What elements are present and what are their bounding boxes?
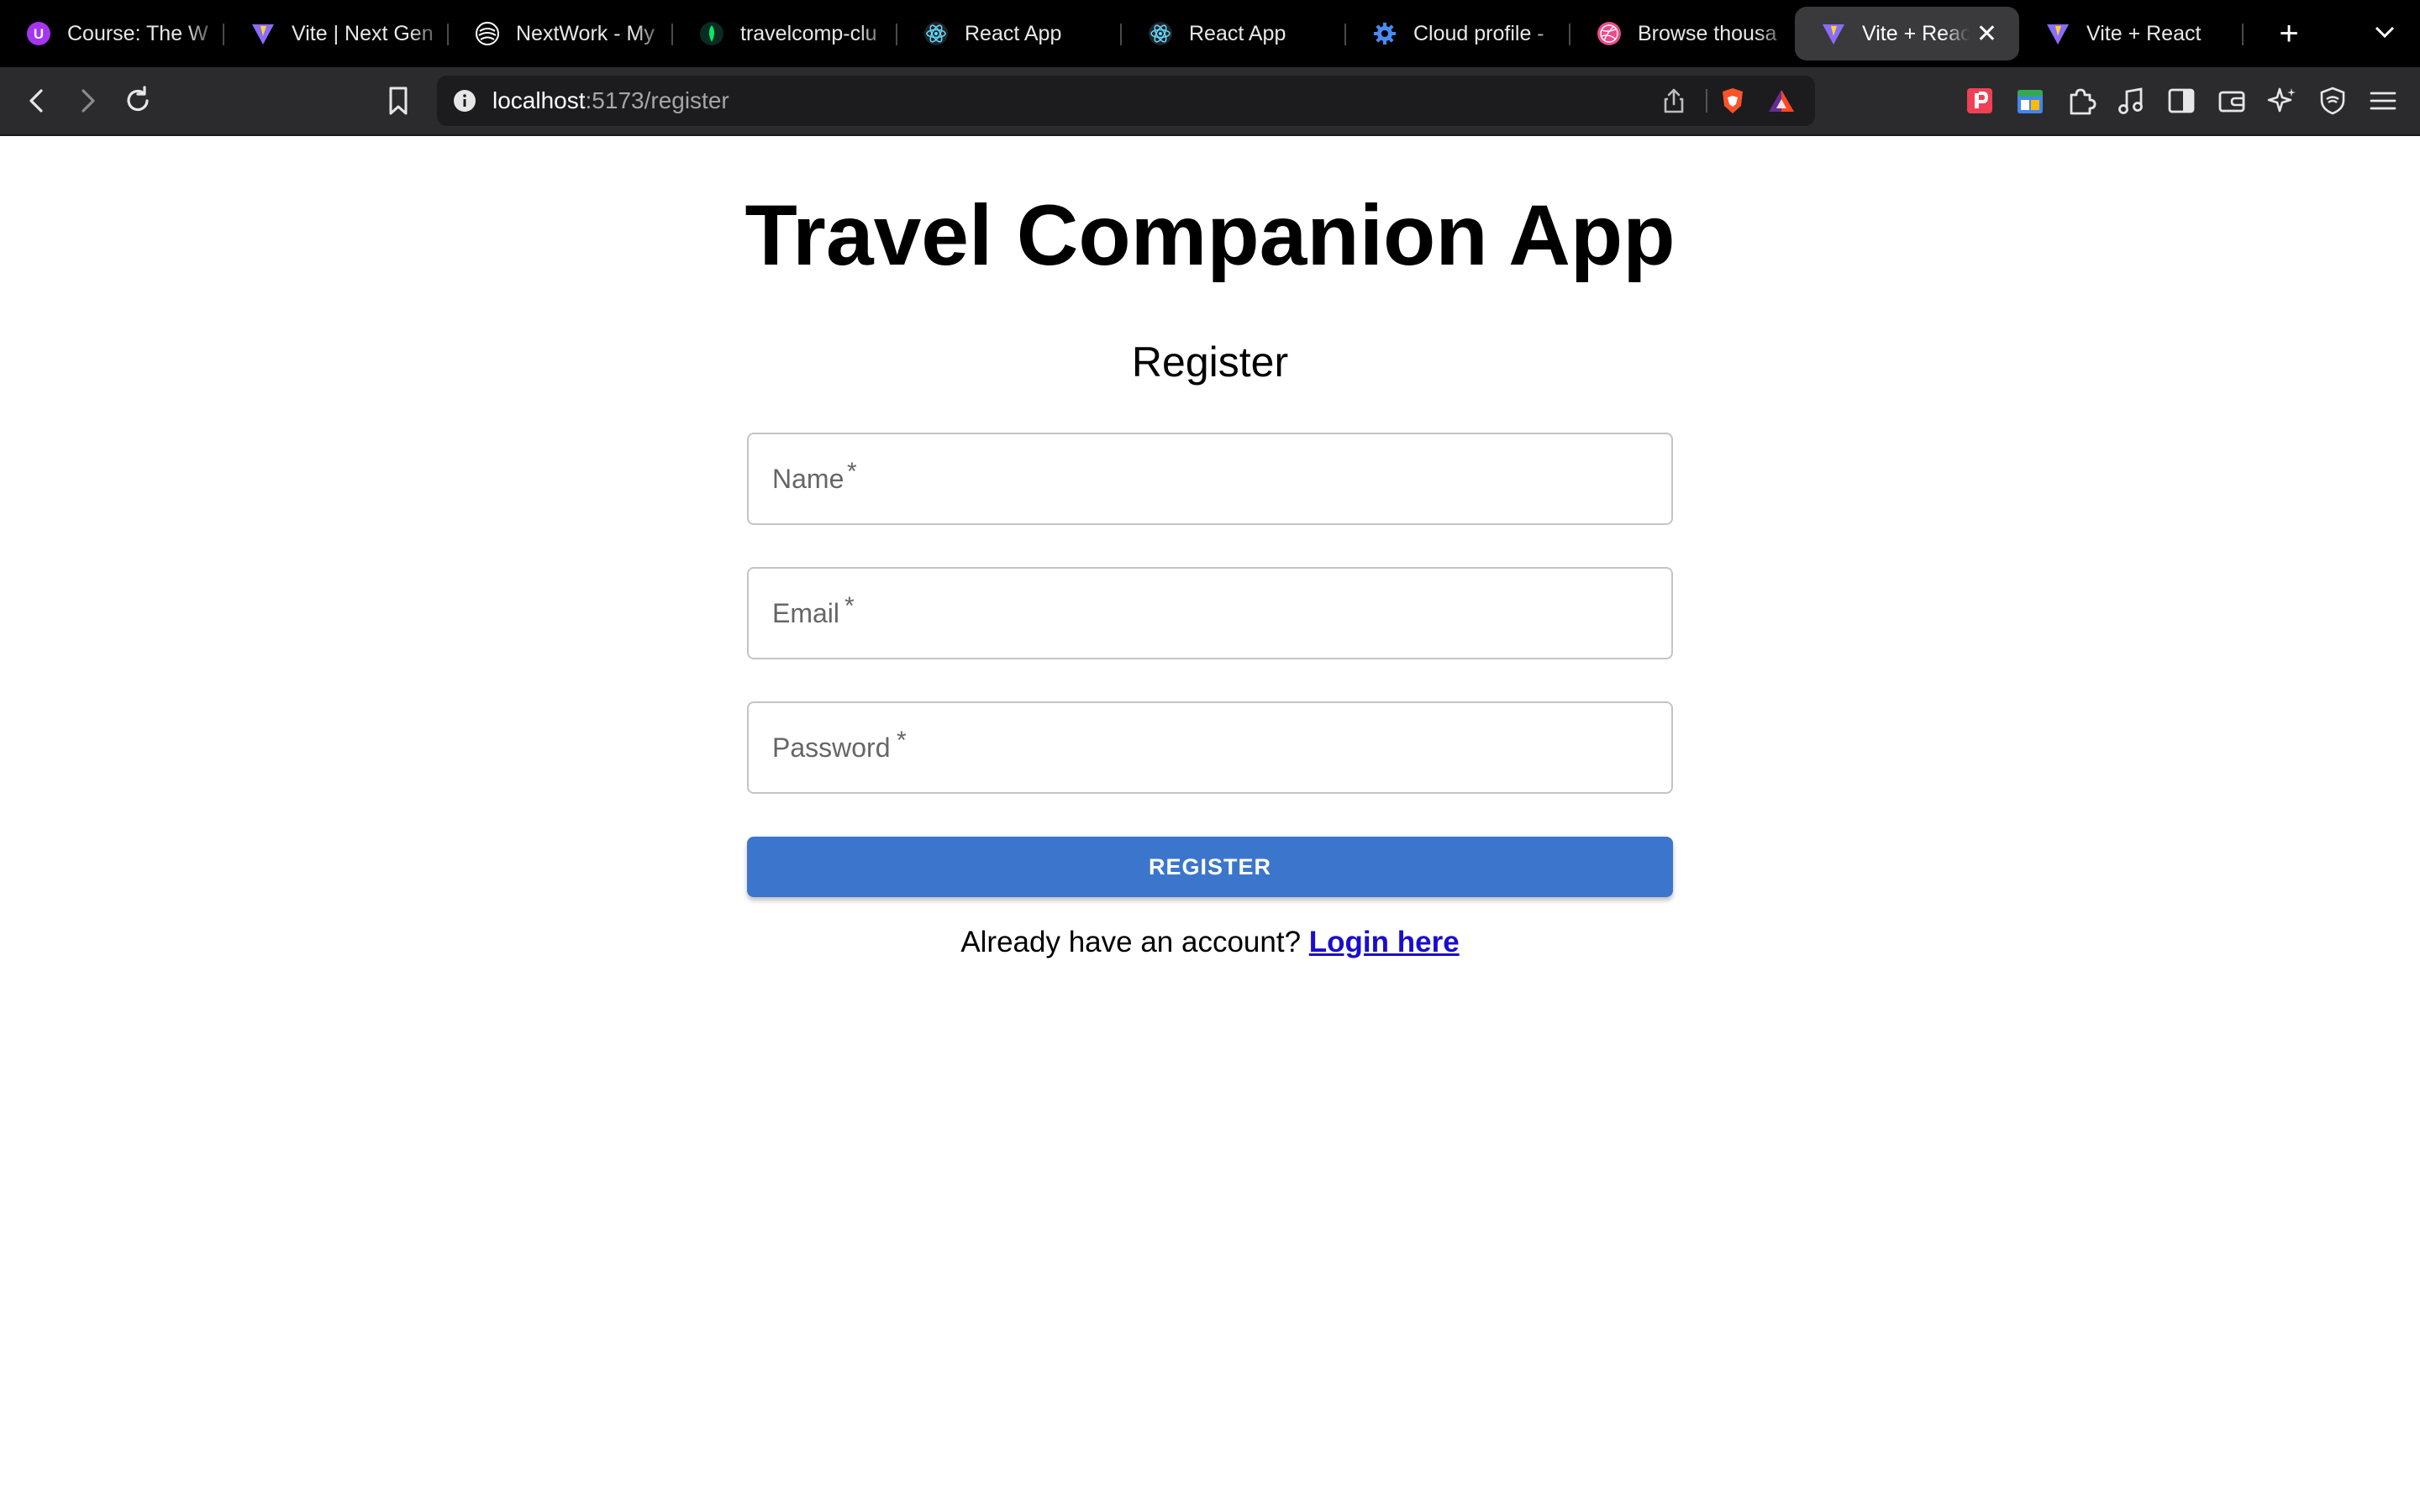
tab-vite-next-gen[interactable]: Vite | Next Gen bbox=[224, 7, 449, 60]
tab-title: React App bbox=[1189, 21, 1286, 45]
vite-icon bbox=[2044, 20, 2071, 47]
share-icon[interactable] bbox=[1660, 87, 1687, 114]
forward-arrow-icon[interactable] bbox=[71, 84, 104, 118]
name-input[interactable] bbox=[749, 463, 1671, 495]
url-host: localhost bbox=[492, 87, 586, 113]
wallet-icon[interactable] bbox=[2215, 84, 2249, 118]
react-icon bbox=[1147, 20, 1174, 47]
gear-icon bbox=[1371, 20, 1398, 47]
required-mark: * bbox=[897, 727, 907, 754]
menu-hamburger-icon[interactable] bbox=[2366, 84, 2400, 118]
react-icon bbox=[923, 20, 950, 47]
tab-vite-react-active[interactable]: Vite + Reac ✕ bbox=[1795, 7, 2019, 60]
tab-title: Vite | Next Gen bbox=[292, 21, 434, 45]
tab-title: Browse thousa bbox=[1638, 21, 1777, 45]
sidebar-toggle-icon[interactable] bbox=[2165, 84, 2198, 118]
tab-strip: U Course: The W Vite | Next Gen NextWork… bbox=[0, 0, 2420, 67]
page-content: Travel Companion App Register * * * REGI… bbox=[0, 136, 2420, 1512]
tab-dribbble[interactable]: Browse thousa bbox=[1570, 7, 1795, 60]
tab-separator bbox=[2242, 24, 2244, 45]
brave-rewards-icon[interactable] bbox=[1766, 86, 1797, 116]
app-title: Travel Companion App bbox=[744, 187, 1676, 283]
tab-nextwork[interactable]: NextWork - My bbox=[449, 7, 673, 60]
tab-mongodb[interactable]: travelcomp-clu bbox=[673, 7, 897, 60]
site-info-icon[interactable] bbox=[452, 88, 477, 113]
close-tab-icon[interactable]: ✕ bbox=[1976, 19, 1997, 49]
url-divider bbox=[1706, 89, 1707, 113]
vpn-shield-icon[interactable] bbox=[2316, 84, 2349, 118]
required-mark: * bbox=[844, 592, 855, 620]
tab-react-app-2[interactable]: React App bbox=[1122, 7, 1346, 60]
pocket-extension-icon[interactable] bbox=[1963, 84, 1996, 118]
vite-icon bbox=[1820, 20, 1847, 47]
tab-vite-react[interactable]: Vite + React bbox=[2019, 7, 2244, 60]
tab-title: Vite + Reac bbox=[1862, 21, 1970, 45]
reload-icon[interactable] bbox=[121, 84, 155, 118]
tab-title: Course: The W bbox=[67, 21, 208, 45]
url-path: :5173/register bbox=[585, 87, 729, 113]
tab-udemy-course[interactable]: U Course: The W bbox=[0, 7, 224, 60]
email-input[interactable] bbox=[749, 597, 1671, 629]
dribbble-icon bbox=[1596, 20, 1623, 47]
password-field[interactable]: * bbox=[747, 701, 1673, 794]
tab-title: travelcomp-clu bbox=[740, 21, 877, 45]
svg-text:U: U bbox=[34, 26, 44, 42]
music-note-icon[interactable] bbox=[2114, 84, 2148, 118]
browser-toolbar: localhost:5173/register bbox=[0, 67, 2420, 136]
leo-ai-sparkle-icon[interactable] bbox=[2265, 84, 2299, 118]
password-input[interactable] bbox=[749, 732, 1671, 764]
nextwork-icon bbox=[474, 20, 501, 47]
tab-title: Cloud profile - bbox=[1413, 21, 1544, 45]
mongodb-leaf-icon bbox=[698, 20, 725, 47]
tab-title: Vite + React bbox=[2086, 21, 2202, 45]
brave-shields-icon[interactable] bbox=[1718, 86, 1748, 116]
url-text[interactable]: localhost:5173/register bbox=[492, 87, 729, 114]
name-field[interactable]: * bbox=[747, 433, 1673, 525]
tab-cloud-profile[interactable]: Cloud profile - bbox=[1346, 7, 1570, 60]
tab-title: NextWork - My bbox=[516, 21, 655, 45]
login-link[interactable]: Login here bbox=[1309, 926, 1460, 958]
extensions-puzzle-icon[interactable] bbox=[2064, 84, 2097, 118]
login-prompt-text: Already have an account? bbox=[960, 926, 1302, 958]
calendar-extension-icon[interactable] bbox=[2013, 84, 2047, 118]
tab-title: React App bbox=[965, 21, 1062, 45]
register-button[interactable]: REGISTER bbox=[747, 837, 1673, 897]
udemy-icon: U bbox=[25, 20, 52, 47]
register-heading: Register bbox=[1131, 339, 1289, 386]
required-mark: * bbox=[847, 458, 857, 486]
back-arrow-icon[interactable] bbox=[20, 84, 54, 118]
login-prompt-line: Already have an account? Login here bbox=[0, 926, 2420, 959]
new-tab-button[interactable]: + bbox=[2264, 15, 2314, 53]
email-field[interactable]: * bbox=[747, 567, 1673, 659]
tab-list-chevron-icon[interactable] bbox=[2368, 15, 2402, 49]
vite-icon bbox=[250, 20, 276, 47]
address-bar[interactable]: localhost:5173/register bbox=[437, 76, 1815, 126]
bookmark-icon[interactable] bbox=[381, 84, 415, 118]
tab-react-app-1[interactable]: React App bbox=[897, 7, 1122, 60]
